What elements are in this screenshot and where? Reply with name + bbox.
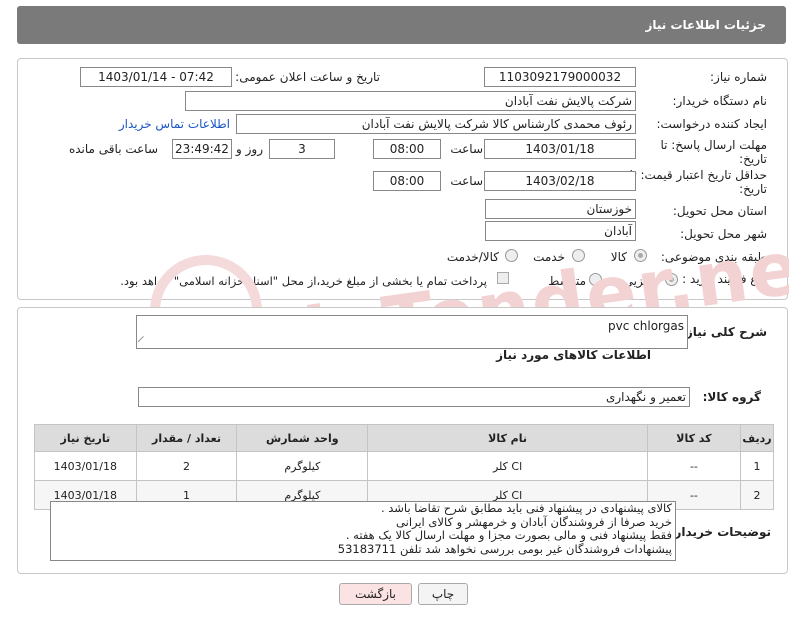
- announce-label: تاریخ و ساعت اعلان عمومی:: [235, 70, 380, 84]
- description-field: pvc chlorgas: [136, 315, 688, 349]
- buyer-notes-line: پیشنهادات فروشندگان غیر بومی بررسی نخواه…: [337, 541, 672, 556]
- city-field: آبادان: [485, 221, 636, 241]
- validity-date-field: 1403/02/18: [484, 171, 636, 191]
- print-button[interactable]: چاپ: [418, 583, 468, 605]
- cell-quantity: 2: [135, 451, 238, 481]
- cell-row: 2: [740, 480, 774, 510]
- page-header: جزئیات اطلاعات نیاز: [17, 6, 786, 44]
- cell-row: 1: [740, 451, 774, 481]
- description-text: pvc chlorgas: [608, 319, 684, 333]
- category-goods-service-label: کالا/خدمت: [446, 250, 499, 264]
- days-label: روز و: [236, 142, 263, 156]
- announce-field: 1403/01/14 - 07:42: [80, 67, 232, 87]
- col-unit: واحد شمارش: [236, 424, 369, 452]
- category-goods-service-radio[interactable]: [505, 249, 518, 262]
- col-quantity: تعداد / مقدار: [135, 424, 238, 452]
- resize-grip-icon: [137, 335, 150, 349]
- goods-table: تاریخ نیاز تعداد / مقدار واحد شمارش نام …: [34, 424, 774, 510]
- validity-time-field: 08:00: [373, 171, 441, 191]
- goods-group-field: تعمیر و نگهداری: [138, 387, 690, 407]
- buyer-notes-field: کالای پیشنهادی در پیشنهاد فنی باید مطابق…: [50, 501, 676, 561]
- description-label: شرح کلی نیاز:: [681, 325, 767, 339]
- cell-code: --: [646, 451, 742, 481]
- table-row: 1403/01/18 2 کیلوگرم کلر Cl -- 1: [34, 451, 774, 481]
- buyer-notes-line: فقط پیشنهاد فنی و مالی بصورت مجزا و مهلت…: [345, 528, 672, 542]
- buyer-notes-line: کالای پیشنهادی در پیشنهاد فنی باید مطابق…: [380, 501, 672, 515]
- province-label: استان محل تحویل:: [672, 204, 767, 218]
- col-name: نام کالا: [367, 424, 648, 452]
- price-validity-label-2: تاریخ:: [739, 182, 767, 196]
- buyer-label: نام دستگاه خریدار:: [672, 94, 768, 108]
- reply-time-field: 08:00: [373, 139, 441, 159]
- buyer-field: شرکت پالایش نفت آبادان: [185, 91, 636, 111]
- reply-time-label: ساعت: [450, 142, 483, 156]
- buyer-notes-label: توضیحات خریدار:: [669, 525, 771, 539]
- col-row: ردیف: [740, 424, 774, 452]
- col-code: کد کالا: [646, 424, 742, 452]
- creator-field: رئوف محمدی کارشناس کالا شرکت پالایش نفت …: [236, 114, 636, 134]
- back-button[interactable]: بازگشت: [339, 583, 412, 605]
- days-field: 3: [269, 139, 335, 159]
- cell-date: 1403/01/18: [34, 451, 137, 481]
- reply-date-field: 1403/01/18: [484, 139, 636, 159]
- creator-label: ایجاد کننده درخواست:: [656, 117, 767, 131]
- table-header-row: تاریخ نیاز تعداد / مقدار واحد شمارش نام …: [34, 424, 774, 452]
- need-number-label: شماره نیاز:: [710, 70, 767, 84]
- reply-deadline-label: مهلت ارسال پاسخ: تا: [660, 138, 767, 152]
- buyer-notes-line: خرید صرفا از فروشندگان آبادان و خرمهشر و…: [396, 514, 672, 529]
- validity-time-label: ساعت: [450, 174, 483, 188]
- reply-deadline-label-2: تاریخ:: [739, 152, 767, 166]
- buyer-contact-link[interactable]: اطلاعات تماس خریدار: [119, 117, 230, 131]
- price-validity-label: حداقل تاریخ اعتبار قیمت: تا: [629, 168, 767, 182]
- page-title: جزئیات اطلاعات نیاز: [645, 18, 766, 32]
- col-date: تاریخ نیاز: [34, 424, 137, 452]
- remaining-time-field: 23:49:42: [172, 139, 232, 159]
- province-field: خوزستان: [485, 199, 636, 219]
- goods-section-title: اطلاعات کالاهای مورد نیاز: [496, 348, 651, 362]
- remaining-time-label: ساعت باقی مانده: [68, 142, 158, 156]
- goods-group-label: گروه کالا:: [702, 390, 761, 404]
- need-number-field: 1103092179000032: [484, 67, 636, 87]
- cell-name: کلر Cl: [367, 451, 648, 481]
- cell-unit: کیلوگرم: [236, 451, 369, 481]
